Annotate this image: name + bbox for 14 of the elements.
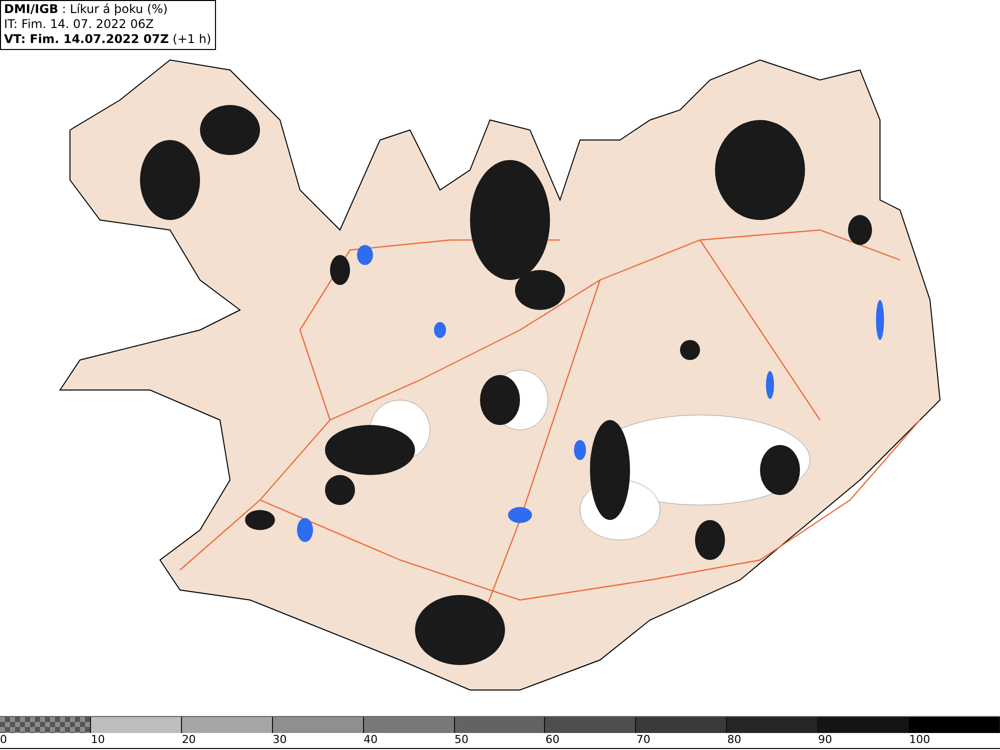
- legend-label: 30: [272, 733, 287, 747]
- legend-label: 80: [727, 733, 742, 747]
- legend-label: 40: [364, 733, 378, 747]
- info-text: IT: Fim. 14. 07. 2022 06Z: [4, 17, 155, 32]
- legend-label: 0: [0, 733, 7, 747]
- info-text: DMI/IGB : Líkur á þoku (%): [4, 2, 169, 17]
- info-text: VT: Fim. 14.07.2022 07Z (+1 h): [4, 32, 212, 47]
- legend-label: 90: [818, 733, 832, 747]
- legend-label: 20: [182, 733, 196, 747]
- legend-label: 60: [545, 733, 560, 747]
- legend-label: 10: [90, 733, 105, 747]
- legend-label: 50: [454, 733, 469, 747]
- legend-label: 100: [909, 733, 930, 747]
- legend-label: 70: [636, 733, 650, 747]
